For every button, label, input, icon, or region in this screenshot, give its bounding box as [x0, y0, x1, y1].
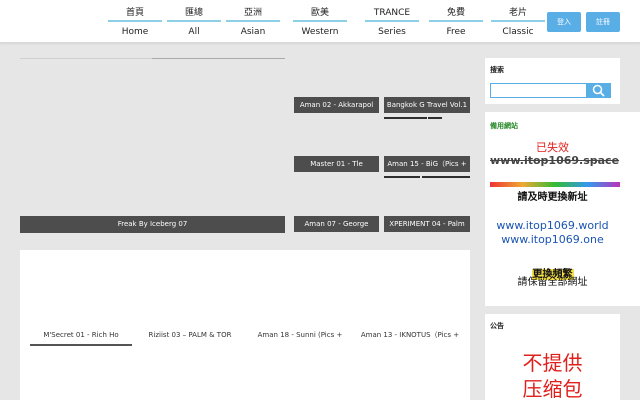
old-domain-text: www.itop1069.space [490, 154, 620, 167]
featured-card-caption[interactable]: Master 01 - Tle [294, 156, 379, 172]
featured-card-caption[interactable]: XPERIMENT 04 - Palm [384, 216, 470, 232]
invalid-label: 已失效 [536, 141, 569, 154]
featured-main-caption: Freak By Iceberg 07 [20, 216, 285, 233]
nav-item-classic[interactable]: 老片 Classic [491, 8, 545, 38]
nav-item-en-label: All [188, 27, 200, 37]
backup-domain-link[interactable]: www.itop1069.world [485, 219, 620, 233]
nav-item-free[interactable]: 免費 Free [429, 8, 483, 38]
nav-item-en-label: Home [121, 27, 149, 37]
nav-item-zh-label: 匯總 [167, 8, 221, 22]
featured-main-card[interactable]: Freak By Iceberg 07 [20, 58, 285, 233]
keep-all-text: 請保留全部網址 [517, 277, 588, 288]
nav-item-western[interactable]: 歐美 Western [293, 8, 347, 38]
nav-item-zh-label: 免費 [429, 8, 483, 22]
tab-item[interactable]: M'Secret 01 - Rich Ho [30, 328, 132, 346]
nav-item-en-label: Western [301, 27, 339, 37]
search-title: 搜索 [490, 66, 504, 74]
login-button[interactable]: 登入 [547, 12, 581, 32]
search-input[interactable] [490, 83, 587, 98]
nav-item-en-label: Series [378, 27, 406, 37]
nav-item-en-label: Classic [502, 27, 534, 37]
nav-item-series[interactable]: TRANCE Series [365, 8, 419, 38]
nav-item-zh-label: 首頁 [108, 8, 162, 22]
tabbed-content-panel: M'Secret 01 - Rich Ho Riziist 03 – PALM … [20, 250, 470, 400]
nav-item-home[interactable]: 首頁 Home [108, 8, 162, 38]
search-button[interactable] [586, 83, 611, 98]
decorative-divider [490, 182, 620, 187]
backup-sites-title: 備用網站 [490, 122, 518, 130]
tab-item[interactable]: Aman 18 - Sunni (Pics + [250, 328, 350, 346]
nav-item-en-label: Asian [240, 27, 266, 37]
thumb-edge [152, 58, 285, 59]
search-icon [592, 84, 605, 97]
thumb-edge [422, 176, 470, 178]
register-button[interactable]: 註冊 [586, 12, 620, 32]
notice-title: 公告 [490, 322, 504, 330]
featured-card-caption[interactable]: Aman 07 - George [294, 216, 379, 232]
nav-item-zh-label: TRANCE [365, 8, 419, 22]
tab-item[interactable]: Aman 13 - IKNOTUS（Pics + [355, 328, 465, 346]
update-notice-text: 請及時更換新址 [517, 192, 588, 203]
nav-item-zh-label: 歐美 [293, 8, 347, 22]
nav-item-zh-label: 亞洲 [226, 8, 280, 22]
thumb-edge [428, 117, 442, 119]
nav-item-asian[interactable]: 亞洲 Asian [226, 8, 280, 38]
backup-sites-widget: 備用網站 已失效 www.itop1069.space 請及時更換新址 www.… [485, 112, 640, 306]
notice-widget: 公告 不提供 压缩包 [485, 314, 620, 400]
nav-item-all[interactable]: 匯總 All [167, 8, 221, 38]
notice-text-line: 不提供 [522, 351, 583, 375]
top-navigation-bar: 首頁 Home 匯總 All 亞洲 Asian 歐美 Western TRANC… [0, 0, 640, 43]
featured-card-caption[interactable]: Bangkok G Travel Vol.1 [384, 97, 470, 113]
search-widget: 搜索 [485, 58, 620, 104]
nav-item-en-label: Free [446, 27, 466, 37]
featured-card-caption[interactable]: Aman 15 - BiG（Pics + [384, 156, 470, 172]
notice-text-line: 压缩包 [522, 377, 583, 400]
thumb-edge [384, 117, 427, 119]
tab-item[interactable]: Riziist 03 – PALM & TOR [140, 328, 240, 346]
backup-domain-link[interactable]: www.itop1069.one [485, 233, 620, 247]
thumb-edge [384, 176, 420, 178]
nav-item-zh-label: 老片 [491, 8, 545, 22]
featured-card-caption[interactable]: Aman 02 - Akkarapol [294, 97, 379, 113]
